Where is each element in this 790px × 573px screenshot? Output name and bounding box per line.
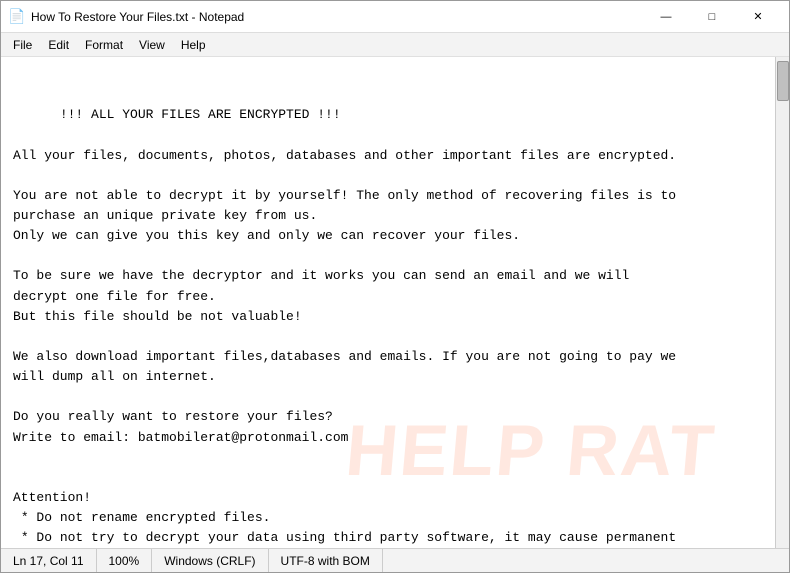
close-button[interactable]: ✕ [735, 1, 781, 33]
window-controls: — □ ✕ [643, 1, 781, 33]
minimize-button[interactable]: — [643, 1, 689, 33]
menu-edit[interactable]: Edit [40, 36, 77, 54]
zoom-level: 100% [97, 549, 153, 572]
text-editor[interactable]: HELP RAT !!! ALL YOUR FILES ARE ENCRYPTE… [1, 57, 775, 548]
app-icon: 📄 [9, 9, 25, 25]
menu-bar: File Edit Format View Help [1, 33, 789, 57]
menu-format[interactable]: Format [77, 36, 131, 54]
encoding: UTF-8 with BOM [269, 549, 383, 572]
menu-file[interactable]: File [5, 36, 40, 54]
notepad-window: 📄 How To Restore Your Files.txt - Notepa… [0, 0, 790, 573]
document-text: !!! ALL YOUR FILES ARE ENCRYPTED !!! All… [13, 107, 676, 548]
title-bar: 📄 How To Restore Your Files.txt - Notepa… [1, 1, 789, 33]
window-title: How To Restore Your Files.txt - Notepad [31, 10, 643, 24]
line-endings: Windows (CRLF) [152, 549, 268, 572]
editor-area: HELP RAT !!! ALL YOUR FILES ARE ENCRYPTE… [1, 57, 789, 548]
maximize-button[interactable]: □ [689, 1, 735, 33]
scrollbar-thumb[interactable] [777, 61, 789, 101]
menu-help[interactable]: Help [173, 36, 214, 54]
vertical-scrollbar[interactable] [775, 57, 789, 548]
menu-view[interactable]: View [131, 36, 173, 54]
watermark: HELP RAT [341, 396, 720, 508]
status-bar: Ln 17, Col 11 100% Windows (CRLF) UTF-8 … [1, 548, 789, 572]
cursor-position: Ln 17, Col 11 [9, 549, 97, 572]
